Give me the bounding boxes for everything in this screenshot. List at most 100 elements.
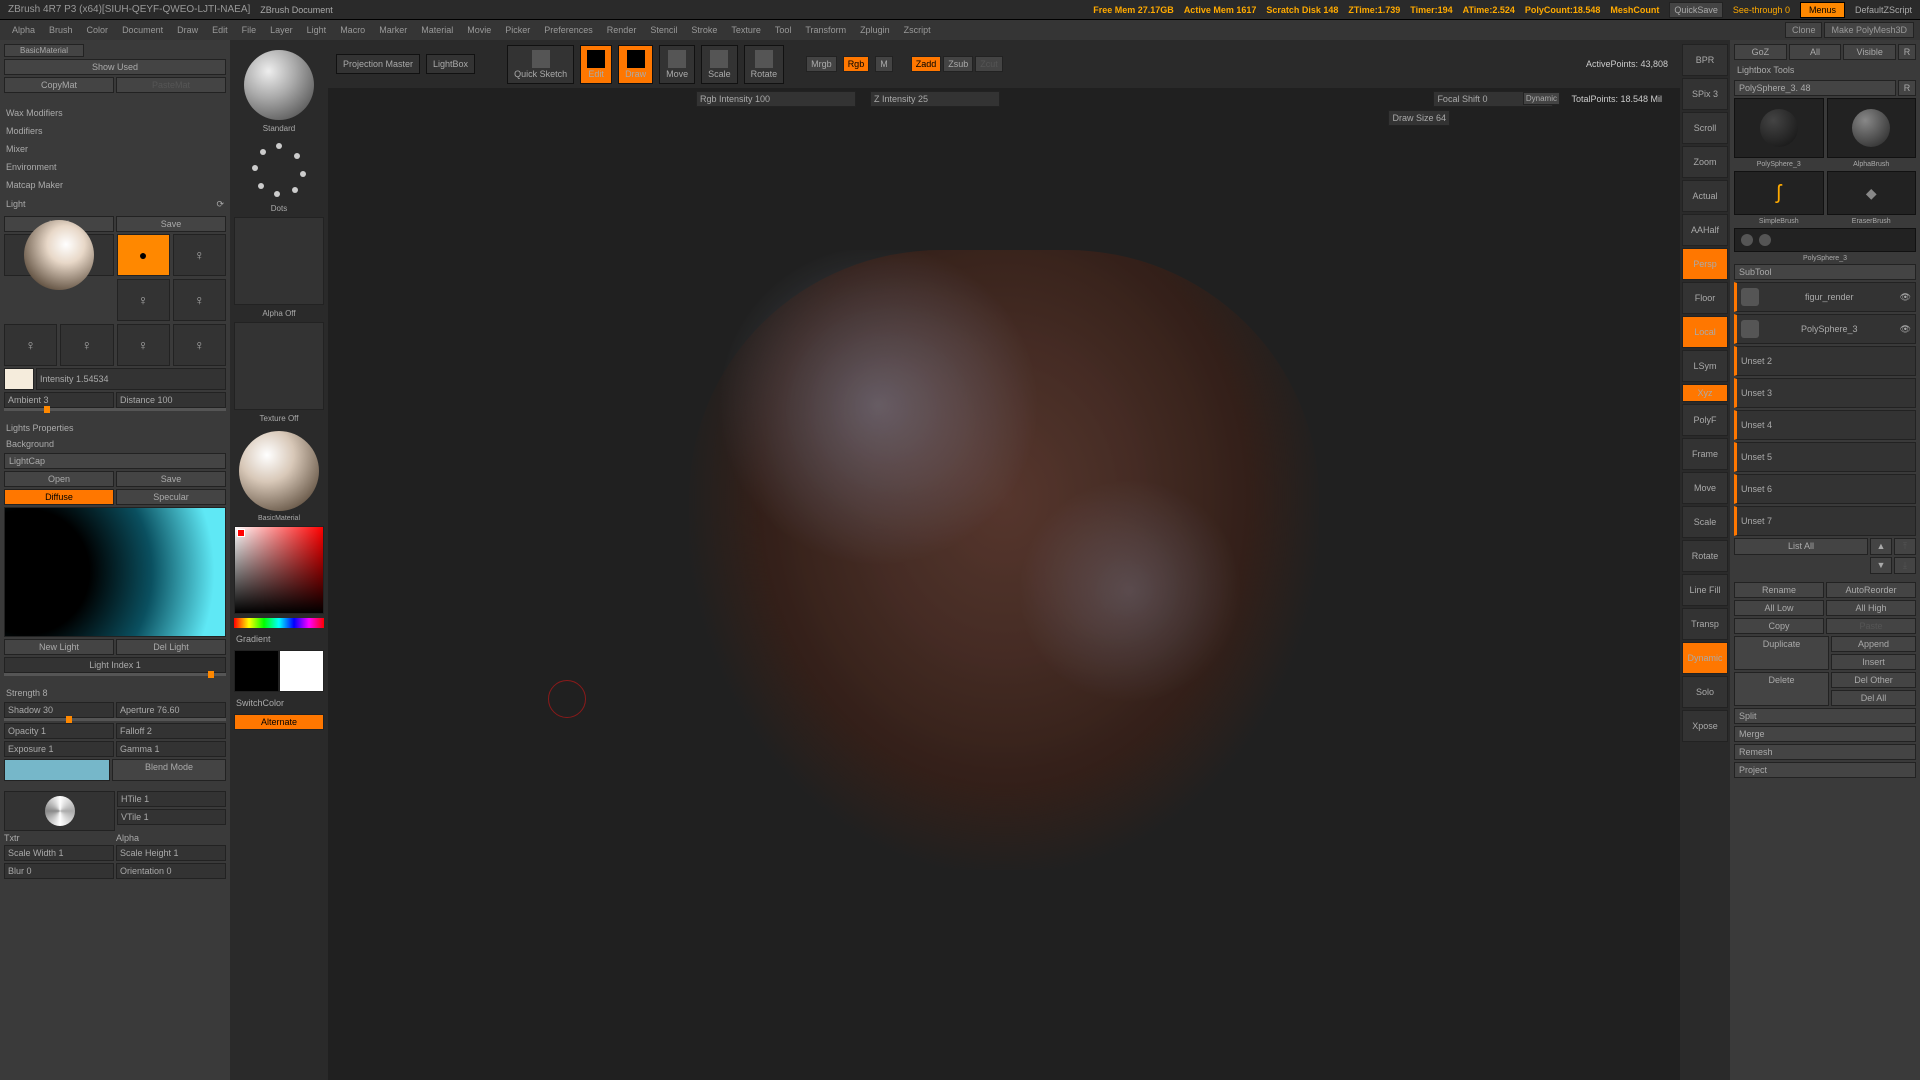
goz-all-button[interactable]: All — [1789, 44, 1842, 60]
delete-button[interactable]: Delete — [1734, 672, 1829, 706]
tool-thumb-1[interactable] — [1734, 98, 1824, 158]
ambient-slider[interactable]: Ambient 3 — [4, 392, 114, 408]
specular-tab[interactable]: Specular — [116, 489, 226, 505]
default-zscript[interactable]: DefaultZScript — [1855, 5, 1912, 15]
new-light-button[interactable]: New Light — [4, 639, 114, 655]
menu-stencil[interactable]: Stencil — [644, 23, 683, 37]
menu-alpha[interactable]: Alpha — [6, 23, 41, 37]
goz-button[interactable]: GoZ — [1734, 44, 1787, 60]
subtool-slot-4[interactable]: Unset 3 — [1734, 378, 1916, 408]
aahalf-button[interactable]: AAHalf — [1682, 214, 1728, 246]
transp-button[interactable]: Transp — [1682, 608, 1728, 640]
pastemat-button[interactable]: PasteMat — [116, 77, 226, 93]
wax-modifiers-section[interactable]: Wax Modifiers — [4, 105, 226, 121]
actual-button[interactable]: Actual — [1682, 180, 1728, 212]
xpose-button[interactable]: Xpose — [1682, 710, 1728, 742]
edit-button[interactable]: Edit — [580, 45, 612, 84]
remesh-section[interactable]: Remesh — [1734, 744, 1916, 760]
gamma-slider[interactable]: Gamma 1 — [116, 741, 226, 757]
menu-render[interactable]: Render — [601, 23, 643, 37]
light-6-toggle[interactable]: ♀ — [60, 324, 113, 366]
light-4-toggle[interactable]: ♀ — [173, 279, 226, 321]
light-save-button[interactable]: Save — [116, 216, 226, 232]
lightcap-preview[interactable] — [4, 507, 226, 637]
zcut-button[interactable]: Zcut — [975, 56, 1003, 72]
eye-icon[interactable]: 👁 — [1900, 324, 1911, 335]
menu-picker[interactable]: Picker — [499, 23, 536, 37]
hue-bar[interactable] — [234, 618, 324, 628]
z-intensity-slider[interactable]: Z Intensity 25 — [870, 91, 1000, 107]
rgb-intensity-slider[interactable]: Rgb Intensity 100 — [696, 91, 856, 107]
background-section[interactable]: Background — [4, 437, 226, 451]
alpha-slot[interactable] — [234, 217, 324, 305]
del-other-button[interactable]: Del Other — [1831, 672, 1916, 688]
lsym-button[interactable]: LSym — [1682, 350, 1728, 382]
scale-width-slider[interactable]: Scale Width 1 — [4, 845, 114, 861]
make-polymesh-button[interactable]: Make PolyMesh3D — [1824, 22, 1914, 38]
spix-slider[interactable]: SPix 3 — [1682, 78, 1728, 110]
subtool-item-2[interactable]: PolySphere_3👁 — [1734, 314, 1916, 344]
menu-marker[interactable]: Marker — [373, 23, 413, 37]
scale-view-button[interactable]: Scale — [1682, 506, 1728, 538]
color-picker[interactable] — [234, 526, 324, 614]
frame-button[interactable]: Frame — [1682, 438, 1728, 470]
brush-slot[interactable]: Standard — [234, 46, 324, 133]
split-section[interactable]: Split — [1734, 708, 1916, 724]
zadd-button[interactable]: Zadd — [911, 56, 942, 72]
strength-slider[interactable]: Strength 8 — [4, 686, 226, 700]
light-5-toggle[interactable]: ♀ — [4, 324, 57, 366]
menu-macro[interactable]: Macro — [334, 23, 371, 37]
alternate-button[interactable]: Alternate — [234, 714, 324, 730]
rotate-button[interactable]: Rotate — [744, 45, 785, 84]
append-button[interactable]: Append — [1831, 636, 1916, 652]
menu-tool[interactable]: Tool — [769, 23, 798, 37]
menu-zscript[interactable]: Zscript — [898, 23, 937, 37]
lightcap-open-button[interactable]: Open — [4, 471, 114, 487]
htile-slider[interactable]: HTile 1 — [117, 791, 226, 807]
lightcap-header[interactable]: LightCap — [4, 453, 226, 469]
scale-height-slider[interactable]: Scale Height 1 — [116, 845, 226, 861]
copymat-button[interactable]: CopyMat — [4, 77, 114, 93]
polyf-button[interactable]: PolyF — [1682, 404, 1728, 436]
insert-button[interactable]: Insert — [1831, 654, 1916, 670]
environment-section[interactable]: Environment — [4, 159, 226, 175]
draw-size-slider[interactable]: Draw Size 64 — [1388, 110, 1450, 126]
zoom-button[interactable]: Zoom — [1682, 146, 1728, 178]
all-high-button[interactable]: All High — [1826, 600, 1916, 616]
projection-master-button[interactable]: Projection Master — [336, 54, 420, 74]
solo-button[interactable]: Solo — [1682, 676, 1728, 708]
scroll-button[interactable]: Scroll — [1682, 112, 1728, 144]
matcap-maker-section[interactable]: Matcap Maker — [4, 177, 226, 193]
goz-r-button[interactable]: R — [1898, 44, 1916, 60]
subtool-slot-8[interactable]: Unset 7 — [1734, 506, 1916, 536]
m-button[interactable]: M — [875, 56, 893, 72]
eye-icon[interactable]: 👁 — [1900, 292, 1911, 303]
clone-button[interactable]: Clone — [1785, 22, 1823, 38]
move-view-button[interactable]: Move — [1682, 472, 1728, 504]
light-2-toggle[interactable]: ♀ — [173, 234, 226, 276]
canvas[interactable]: Projection Master LightBox Quick Sketch … — [328, 40, 1680, 1080]
mixer-section[interactable]: Mixer — [4, 141, 226, 157]
local-button[interactable]: Local — [1682, 316, 1728, 348]
persp-button[interactable]: Persp — [1682, 248, 1728, 280]
del-all-button[interactable]: Del All — [1831, 690, 1916, 706]
texture-slot[interactable] — [234, 322, 324, 410]
goz-visible-button[interactable]: Visible — [1843, 44, 1896, 60]
copy-button[interactable]: Copy — [1734, 618, 1824, 634]
autoreorder-button[interactable]: AutoReorder — [1826, 582, 1916, 598]
gradient-swatches[interactable] — [234, 650, 324, 692]
falloff-slider[interactable]: Falloff 2 — [116, 723, 226, 739]
lightbox-button[interactable]: LightBox — [426, 54, 475, 74]
show-used-button[interactable]: Show Used — [4, 59, 226, 75]
vtile-slider[interactable]: VTile 1 — [117, 809, 226, 825]
light-3-toggle[interactable]: ♀ — [117, 279, 170, 321]
del-light-button[interactable]: Del Light — [116, 639, 226, 655]
tool-thumb-2[interactable] — [1827, 98, 1917, 158]
light-7-toggle[interactable]: ♀ — [117, 324, 170, 366]
subtool-slot-5[interactable]: Unset 4 — [1734, 410, 1916, 440]
tool-thumb-3[interactable]: ʃ — [1734, 171, 1824, 215]
see-through-slider[interactable]: See-through 0 — [1733, 5, 1790, 15]
project-section[interactable]: Project — [1734, 762, 1916, 778]
subtool-header[interactable]: SubTool — [1734, 264, 1916, 280]
menus-button[interactable]: Menus — [1800, 2, 1845, 18]
